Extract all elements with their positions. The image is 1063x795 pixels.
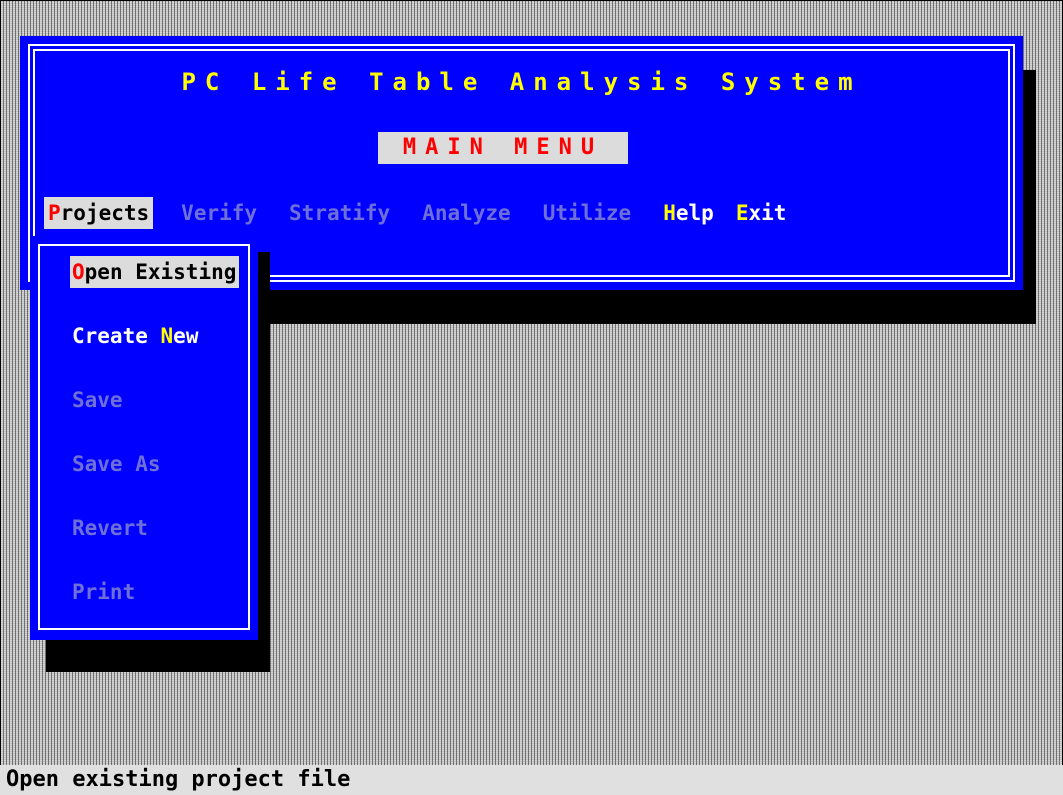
menu-projects[interactable]: Projects <box>44 197 154 229</box>
dropdown-frame <box>38 244 250 630</box>
menu-exit-hotkey: E <box>735 201 749 225</box>
menu-analyze[interactable]: Analyze <box>418 197 515 229</box>
menu-exit[interactable]: Exit <box>732 197 791 229</box>
menu-projects-hotkey: P <box>48 201 61 225</box>
menu-help[interactable]: Help <box>659 197 718 229</box>
menu-verify[interactable]: Verify <box>177 197 261 229</box>
create-new-hotkey: N <box>160 324 174 348</box>
menubar: Projects Verify Stratify Analyze Utilize… <box>44 196 814 230</box>
create-new-label-prefix: Create <box>72 324 161 348</box>
menu-help-hotkey: H <box>663 201 676 225</box>
create-new-label-suffix: ew <box>173 324 199 348</box>
open-existing-hotkey: O <box>72 260 85 284</box>
dropdown-item-save-as[interactable]: Save As <box>70 448 164 480</box>
app-title: PC Life Table Analysis System <box>181 68 862 96</box>
menu-help-label: elp <box>675 201 714 225</box>
main-menu-label: MAIN MENU <box>378 132 628 164</box>
menu-utilize[interactable]: Utilize <box>539 197 636 229</box>
menu-stratify[interactable]: Stratify <box>285 197 394 229</box>
dropdown-item-open-existing[interactable]: Open Existing <box>70 256 240 288</box>
menu-exit-label: xit <box>748 201 787 225</box>
dropdown-item-print[interactable]: Print <box>70 576 138 608</box>
dropdown-item-create-new[interactable]: Create New <box>70 320 201 352</box>
status-bar: Open existing project file <box>0 765 1063 795</box>
projects-dropdown: Open Existing Create New Save Save As Re… <box>30 236 258 640</box>
open-existing-label: pen Existing <box>84 260 237 284</box>
dropdown-item-save[interactable]: Save <box>70 384 126 416</box>
dropdown-item-revert[interactable]: Revert <box>70 512 151 544</box>
menu-projects-label: rojects <box>60 201 150 225</box>
